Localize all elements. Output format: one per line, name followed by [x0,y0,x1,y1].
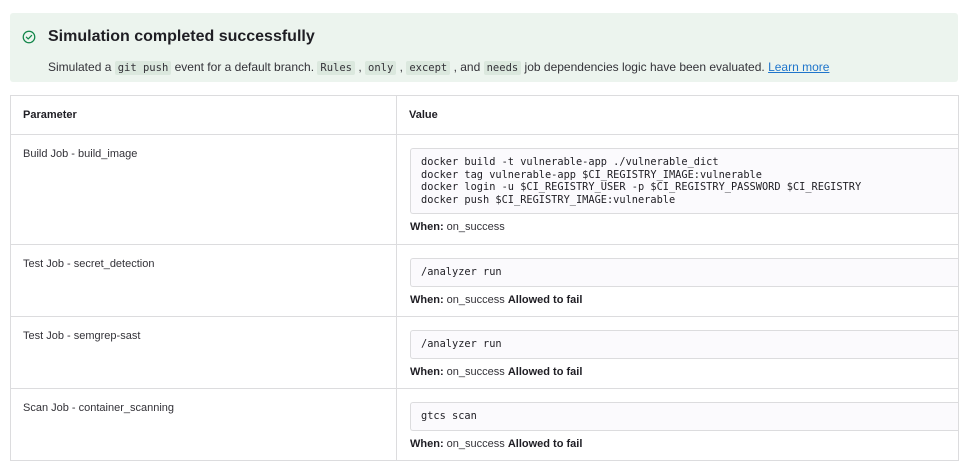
job-name: Build Job - build_image [10,134,397,245]
alert-title: Simulation completed successfully [48,28,315,45]
job-value: gtcs scan When: on_success Allowed to fa… [396,388,959,461]
job-when: When: on_success Allowed to fail [410,438,958,450]
alert-text: event for a default branch. [171,60,318,74]
alert-text: Simulated a [48,60,115,74]
alert-text: , [354,60,365,74]
when-value: on_success [446,437,505,450]
simulation-results-table: Parameter Value Build Job - build_image … [10,95,959,461]
code-needs: needs [483,61,522,75]
when-label: When: [410,221,444,233]
code-git-push: git push [114,61,172,75]
allowed-to-fail-label: Allowed to fail [507,293,583,306]
table-row: Test Job - secret_detection /analyzer ru… [10,244,959,317]
code-rules: Rules [317,61,355,75]
when-label: When: [410,293,444,306]
parameter-column-header: Parameter [10,95,397,135]
job-value: /analyzer run When: on_success Allowed t… [396,316,959,389]
table-row: Build Job - build_image docker build -t … [10,134,959,245]
check-circle-icon [22,30,36,44]
code-only: only [365,61,397,75]
alert-text: , [396,60,407,74]
learn-more-link[interactable]: Learn more [768,60,829,74]
code-except: except [406,61,451,75]
when-value: on_success [446,221,505,233]
job-script: docker build -t vulnerable-app ./vulnera… [410,148,959,214]
value-column-header: Value [396,95,959,135]
allowed-to-fail-label: Allowed to fail [507,437,583,450]
when-label: When: [410,365,444,378]
table-header-row: Parameter Value [10,95,959,135]
job-when: When: on_success [410,221,958,233]
when-value: on_success [446,293,505,306]
job-script: /analyzer run [410,258,959,287]
success-alert: Simulation completed successfully Simula… [10,13,958,82]
allowed-to-fail-label: Allowed to fail [507,365,583,378]
alert-description: Simulated a git push event for a default… [48,58,829,77]
job-when: When: on_success Allowed to fail [410,294,958,306]
job-when: When: on_success Allowed to fail [410,366,958,378]
job-name: Test Job - secret_detection [10,244,397,317]
job-name: Scan Job - container_scanning [10,388,397,461]
table-row: Scan Job - container_scanning gtcs scan … [10,388,959,461]
alert-text: job dependencies logic have been evaluat… [521,60,769,74]
job-value: /analyzer run When: on_success Allowed t… [396,244,959,317]
job-value: docker build -t vulnerable-app ./vulnera… [396,134,959,245]
job-script: gtcs scan [410,402,959,431]
job-name: Test Job - semgrep-sast [10,316,397,389]
alert-text: , and [450,60,484,74]
when-label: When: [410,437,444,450]
when-value: on_success [446,365,505,378]
table-row: Test Job - semgrep-sast /analyzer run Wh… [10,316,959,389]
job-script: /analyzer run [410,330,959,359]
